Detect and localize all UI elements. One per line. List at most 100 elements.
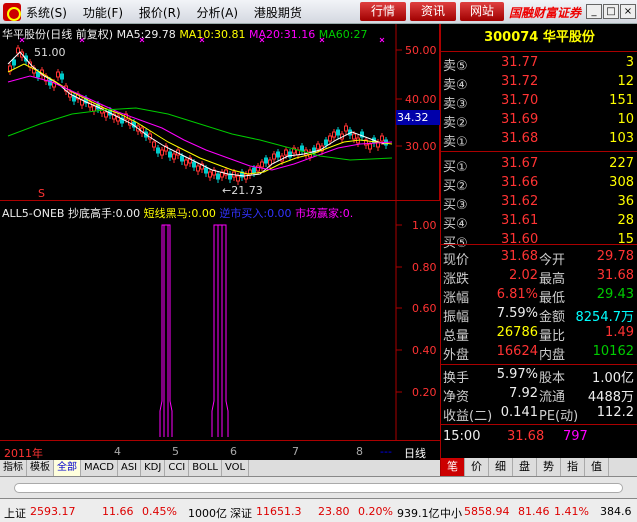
- minimize-button[interactable]: _: [586, 4, 602, 19]
- rtab-trend[interactable]: 势: [537, 458, 561, 476]
- menu-analysis[interactable]: 分析(A): [196, 6, 238, 20]
- sz-percent: 0.20%: [358, 505, 393, 518]
- quote-row-now: 现价 31.68 今开 29.78: [441, 248, 637, 268]
- menu-quote[interactable]: 报价(R): [139, 6, 181, 20]
- period-label[interactable]: 日线: [404, 445, 426, 461]
- candle-body: [12, 59, 16, 66]
- candlesticks: [8, 45, 388, 185]
- tab-kdj[interactable]: KDJ: [141, 460, 166, 476]
- quote-value: 29.78: [596, 249, 634, 264]
- indicator-chart[interactable]: ALL5-ONEB 抄底高手:0.00 短线黑马:0.00 逆市买入:0.00 …: [0, 200, 440, 441]
- candle-body: [332, 131, 336, 138]
- quote-value: 7.92: [509, 386, 538, 401]
- tab-indicator[interactable]: 指标: [0, 460, 27, 476]
- quote-label: 今开: [539, 253, 566, 268]
- stock-code: 300074: [484, 30, 539, 45]
- quote-value: 2.02: [509, 268, 538, 283]
- rtab-price[interactable]: 价: [465, 458, 489, 476]
- quote-label: 现价: [443, 253, 470, 268]
- candle-body: [160, 149, 164, 156]
- zx-percent: 1.41%: [554, 505, 589, 518]
- scrollbar-track[interactable]: [14, 483, 623, 493]
- quote-panel: 300074 华平股份 卖⑤ 31.77 3 卖④ 31.72 12 卖③ 31.70 151 卖…: [440, 24, 637, 476]
- tab-cci[interactable]: CCI: [165, 460, 190, 476]
- book-volume: 12: [617, 74, 634, 89]
- rtab-book[interactable]: 盘: [513, 458, 537, 476]
- rtab-detail[interactable]: 细: [489, 458, 513, 476]
- horizontal-scrollbar[interactable]: [0, 476, 637, 498]
- menu-function[interactable]: 功能(F): [83, 6, 123, 20]
- candle-body: [272, 153, 276, 160]
- book-price: 31.72: [501, 74, 539, 89]
- sh-label[interactable]: 上证: [4, 505, 26, 521]
- sell-level-3[interactable]: 卖③ 31.70 151: [441, 92, 637, 112]
- quote-value: 112.2: [596, 405, 634, 420]
- xaxis-end: ---: [380, 445, 392, 458]
- quote-label: 流通: [539, 390, 566, 405]
- kline-chart[interactable]: 华平股份(日线 前复权) MA5:29.78 MA10:30.81 MA20:3…: [0, 24, 440, 200]
- yaxis-30: 30.00: [405, 140, 437, 153]
- quote-label: 外盘: [443, 348, 470, 363]
- rtab-index[interactable]: 指: [561, 458, 585, 476]
- sell-level-5[interactable]: 卖⑤ 31.77 3: [441, 54, 637, 74]
- candle-body: [264, 157, 268, 164]
- buy-level-2[interactable]: 买② 31.66 308: [441, 174, 637, 194]
- candle-body: [352, 133, 356, 140]
- buy-level-1[interactable]: 买① 31.67 227: [441, 155, 637, 175]
- maximize-button[interactable]: □: [603, 4, 619, 19]
- info-button[interactable]: 资讯: [410, 2, 456, 21]
- quote-value: 31.68: [596, 268, 634, 283]
- stock-header: 300074 华平股份: [441, 24, 637, 52]
- book-price: 31.61: [501, 213, 539, 228]
- xaxis-jun: 6: [230, 445, 237, 458]
- sell-level-4[interactable]: 卖④ 31.72 12: [441, 73, 637, 93]
- quote-row-pct: 涨幅 6.81% 最低 29.43: [441, 286, 637, 306]
- quote-value: 4488万: [587, 390, 634, 405]
- menu-hk-futures[interactable]: 港股期货: [254, 6, 302, 20]
- quote-value: 6.81%: [496, 287, 538, 302]
- indicator-tabs: 指标 模板 全部 MACD ASI KDJ CCI BOLL VOL: [0, 460, 440, 476]
- tab-boll[interactable]: BOLL: [189, 460, 222, 476]
- buy-level-4[interactable]: 买④ 31.61 28: [441, 212, 637, 232]
- ind-value-1: 抄底高手:0.00: [67, 207, 141, 220]
- rtab-tick[interactable]: 笔: [441, 458, 465, 476]
- candle-body: [328, 135, 332, 142]
- tab-vol[interactable]: VOL: [222, 460, 250, 476]
- book-price: 31.68: [501, 131, 539, 146]
- indicator-canvas: [159, 201, 402, 441]
- sell-level-2[interactable]: 卖② 31.69 10: [441, 111, 637, 131]
- quote-row-chg: 涨跌 2.02 最高 31.68: [441, 267, 637, 287]
- zx-change: 81.46: [518, 505, 550, 518]
- quote-label: 股本: [539, 371, 566, 386]
- quote-label: 收益(二): [443, 409, 493, 424]
- book-price: 31.69: [501, 112, 539, 127]
- candle-body: [56, 71, 60, 78]
- book-label: 卖④: [443, 78, 468, 93]
- status-bar: 上证 2593.17 11.66 0.45% 1000亿 深证 11651.3 …: [0, 498, 637, 522]
- yaxis-50: 50.00: [405, 44, 437, 57]
- book-label: 卖②: [443, 116, 468, 131]
- sell-level-1[interactable]: 卖① 31.68 103: [441, 130, 637, 150]
- close-button[interactable]: ×: [620, 4, 636, 19]
- rtab-value[interactable]: 值: [585, 458, 609, 476]
- website-button[interactable]: 网站: [460, 2, 504, 21]
- ind-yaxis-1: 1.00: [412, 219, 437, 232]
- zx-label[interactable]: 中小: [440, 505, 462, 521]
- menu-system[interactable]: 系统(S): [26, 6, 67, 20]
- tab-template[interactable]: 模板: [27, 460, 54, 476]
- tab-all[interactable]: 全部: [54, 460, 81, 476]
- quote-value: 5.97%: [496, 367, 538, 382]
- quote-value: 8254.7万: [575, 310, 635, 325]
- quote-value: 31.68: [500, 249, 538, 264]
- tab-asi[interactable]: ASI: [118, 460, 142, 476]
- tab-macd[interactable]: MACD: [81, 460, 118, 476]
- market-button[interactable]: 行情: [360, 2, 406, 21]
- sz-index: 11651.3: [256, 505, 302, 518]
- book-volume: 308: [609, 175, 634, 190]
- buy-level-3[interactable]: 买③ 31.62 36: [441, 193, 637, 213]
- xaxis-aug: 8: [356, 445, 363, 458]
- ma10-value: MA10:30.81: [179, 28, 246, 41]
- ind-value-2: 短线黑马:0.00: [143, 207, 216, 220]
- candle-body: [324, 139, 328, 146]
- sz-label[interactable]: 深证: [230, 505, 252, 521]
